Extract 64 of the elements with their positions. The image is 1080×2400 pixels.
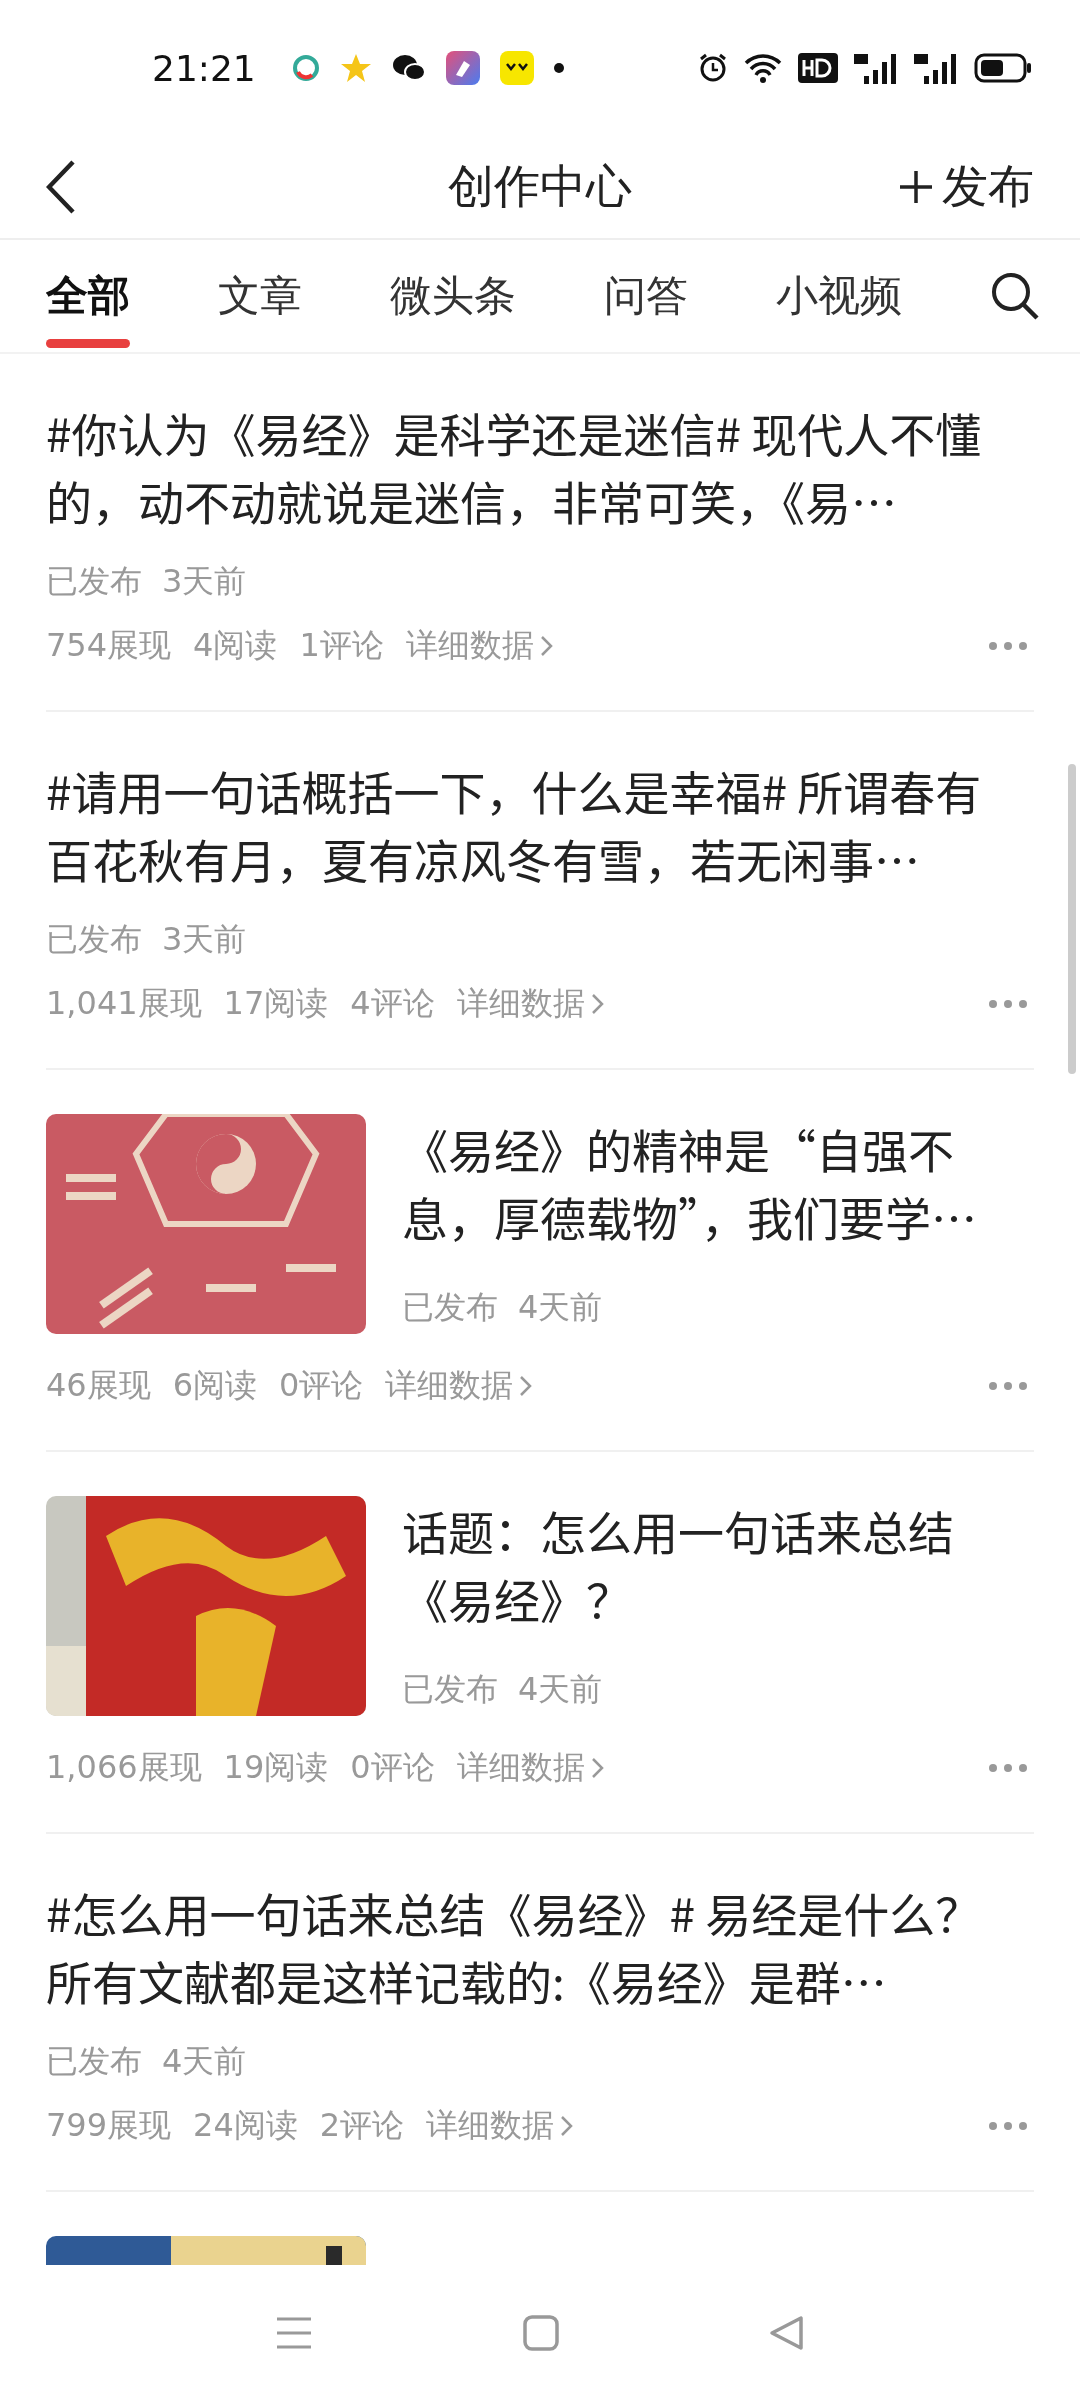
battery-icon [974, 53, 1032, 83]
hd-icon [798, 53, 838, 83]
post-title[interactable]: #你认为《易经》是科学还是迷信# 现代人不懂的，动不动就说是迷信，非常可笑，《易… [46, 398, 1016, 534]
chevron-icon [519, 1374, 534, 1398]
read-count: 19阅读 [223, 1747, 329, 1788]
publish-time: 3天前 [162, 561, 247, 602]
tab[interactable]: 微头条 [390, 240, 516, 352]
plus-icon [898, 169, 934, 205]
more-icon[interactable] [988, 999, 1028, 1009]
view-count: 1,041展现 [46, 983, 202, 1024]
app-ring-icon [291, 54, 320, 82]
comment-count: 0评论 [279, 1365, 364, 1406]
view-count: 46展现 [46, 1365, 151, 1406]
back-icon[interactable] [46, 159, 76, 215]
view-count: 799展现 [46, 2105, 172, 2146]
signal-icon [854, 52, 898, 84]
post-title[interactable]: #怎么用一句话来总结《易经》# 易经是什么？所有文献都是这样记载的:《易经》是群… [46, 1878, 1016, 2014]
publish-button[interactable]: 发布 [898, 156, 1034, 218]
publish-time: 4天前 [518, 1669, 603, 1710]
app-icon [499, 51, 534, 85]
more-icon[interactable] [988, 1763, 1028, 1773]
publish-status: 已发布 [46, 2041, 142, 2082]
chevron-icon [539, 634, 554, 658]
publish-status: 已发布 [402, 1669, 498, 1710]
post-title[interactable]: #请用一句话概括一下，什么是幸福# 所谓春有百花秋有月，夏有凉风冬有雪，若无闲事… [46, 756, 1016, 892]
post-title[interactable]: 《易经》的精神是“自强不息，厚德载物”，我们要学… [402, 1114, 1012, 1250]
read-count: 4阅读 [193, 625, 278, 666]
publish-status: 已发布 [402, 1287, 498, 1328]
read-count: 6阅读 [172, 1365, 258, 1406]
wifi-icon [744, 53, 782, 83]
comment-count: 1评论 [299, 625, 384, 666]
view-count: 1,066展现 [46, 1747, 202, 1788]
post-title[interactable]: 话题：怎么用一句话来总结《易经》？ [402, 1496, 1012, 1632]
app-icon [445, 51, 480, 85]
publish-time: 4天前 [518, 1287, 603, 1328]
dot-icon [553, 63, 564, 73]
tab[interactable]: 问答 [604, 240, 688, 352]
tab[interactable]: 全部 [46, 240, 130, 352]
alarm-icon [698, 53, 728, 83]
comment-count: 2评论 [319, 2105, 405, 2146]
home-icon[interactable] [523, 2314, 559, 2351]
back-nav-icon[interactable] [769, 2314, 805, 2351]
tab[interactable]: 文章 [218, 240, 302, 352]
read-count: 24阅读 [193, 2105, 298, 2146]
page-title: 创作中心 [448, 158, 632, 215]
publish-status: 已发布 [46, 561, 142, 602]
search-icon[interactable] [990, 271, 1040, 321]
publish-time: 3天前 [162, 919, 247, 960]
tab[interactable]: 小视频 [776, 240, 902, 352]
read-count: 17阅读 [223, 983, 329, 1024]
more-icon[interactable] [988, 2121, 1028, 2131]
status-time: 21:21 [152, 47, 256, 89]
more-icon[interactable] [988, 641, 1028, 651]
publish-status: 已发布 [46, 919, 142, 960]
publish-time: 4天前 [162, 2041, 247, 2082]
more-icon[interactable] [988, 1381, 1028, 1391]
signal-icon [914, 52, 958, 84]
chevron-icon [590, 1756, 605, 1780]
comment-count: 4评论 [350, 983, 435, 1024]
chevron-icon [590, 992, 605, 1016]
chevron-icon [560, 2114, 575, 2138]
view-count: 754展现 [46, 625, 172, 666]
star-icon [339, 52, 372, 84]
comment-count: 0评论 [350, 1747, 435, 1788]
